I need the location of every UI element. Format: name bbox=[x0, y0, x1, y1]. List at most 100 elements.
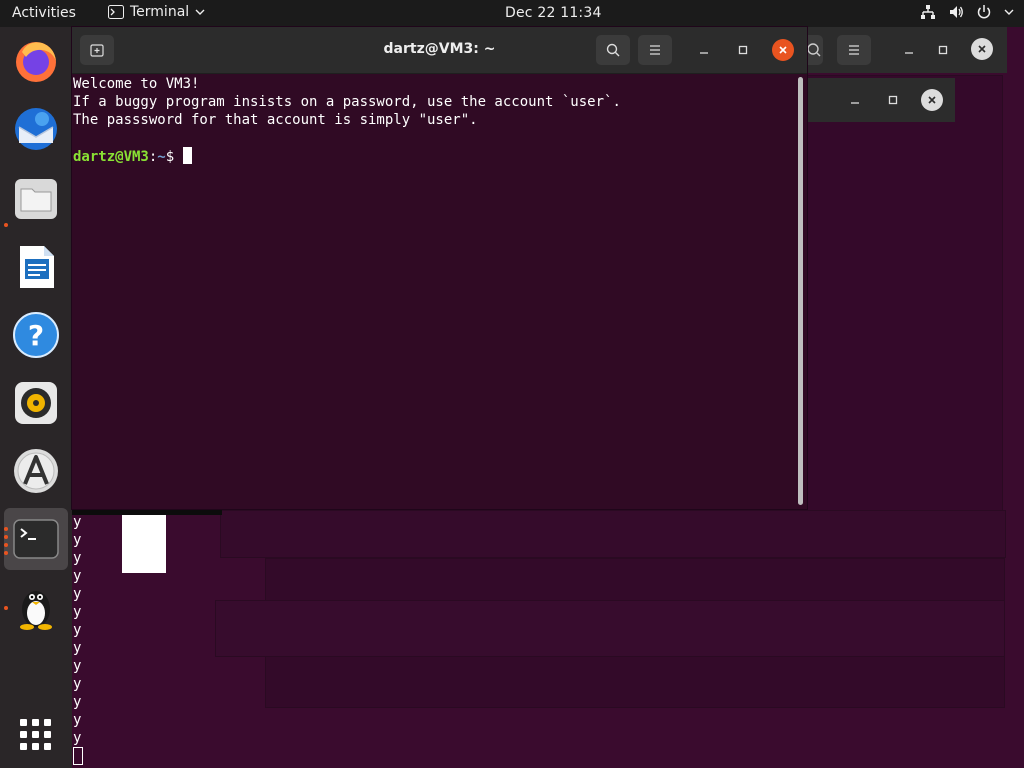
running-indicator bbox=[4, 223, 8, 227]
files-icon bbox=[15, 179, 57, 219]
background-window-ghost bbox=[220, 510, 1006, 558]
background-window-ghost bbox=[806, 75, 1003, 557]
leaked-output-line: y bbox=[73, 514, 82, 530]
maximize-icon bbox=[888, 95, 898, 105]
leaked-output-line: y bbox=[73, 640, 82, 656]
close-icon bbox=[928, 96, 936, 104]
power-icon bbox=[977, 5, 991, 19]
dock-item-terminal[interactable] bbox=[12, 515, 60, 563]
leaked-output-line: y bbox=[73, 532, 82, 548]
dock-item-firefox[interactable] bbox=[12, 37, 60, 85]
minimize-icon bbox=[905, 52, 913, 54]
background-window-ghost bbox=[215, 600, 1005, 657]
app-menu-label: Terminal bbox=[130, 4, 190, 20]
menu-button[interactable] bbox=[638, 35, 672, 65]
network-icon bbox=[921, 5, 935, 19]
menu-button[interactable] bbox=[837, 35, 871, 65]
terminal-icon bbox=[13, 519, 59, 559]
clock[interactable]: Dec 22 11:34 bbox=[505, 5, 602, 21]
background-window-header bbox=[807, 27, 1007, 73]
minimize-button[interactable] bbox=[897, 38, 921, 62]
dock-item-help[interactable]: ? bbox=[12, 311, 60, 359]
minimize-icon bbox=[700, 52, 708, 54]
leaked-output-line: y bbox=[73, 694, 82, 710]
leaked-cursor-box bbox=[73, 747, 83, 765]
dock: ? bbox=[0, 27, 72, 768]
maximize-button[interactable] bbox=[731, 38, 755, 62]
firefox-icon bbox=[16, 42, 56, 82]
hamburger-icon bbox=[650, 45, 660, 55]
close-button[interactable] bbox=[772, 39, 794, 61]
search-icon bbox=[807, 43, 821, 57]
dock-item-tux[interactable] bbox=[12, 583, 60, 631]
output-line: The passsword for that account is simply… bbox=[73, 112, 478, 128]
close-icon bbox=[978, 45, 986, 53]
rhythmbox-icon bbox=[15, 382, 57, 424]
search-button[interactable] bbox=[596, 35, 630, 65]
prompt-user: dartz@VM3 bbox=[73, 149, 149, 165]
white-artefact-block bbox=[122, 510, 166, 573]
black-artefact-line bbox=[72, 509, 222, 515]
prompt-line: dartz@VM3:~$ bbox=[73, 147, 793, 166]
text-cursor bbox=[182, 147, 192, 164]
running-indicator bbox=[4, 543, 8, 547]
minimize-icon bbox=[851, 102, 859, 104]
leaked-output-line: y bbox=[73, 568, 82, 584]
minimize-button[interactable] bbox=[843, 88, 867, 112]
dock-item-rhythmbox[interactable] bbox=[12, 379, 60, 427]
close-button[interactable] bbox=[971, 38, 993, 60]
writer-icon bbox=[20, 246, 54, 288]
top-bar: Activities Terminal Dec 22 11:34 bbox=[0, 0, 1024, 27]
background-window-header bbox=[807, 78, 955, 122]
activities-button[interactable]: Activities bbox=[12, 5, 76, 21]
maximize-icon bbox=[738, 45, 748, 55]
maximize-icon bbox=[938, 45, 948, 55]
prompt-symbol: $ bbox=[165, 149, 183, 165]
dock-item-software[interactable] bbox=[12, 447, 60, 495]
svg-text:?: ? bbox=[28, 319, 44, 352]
running-indicator bbox=[4, 535, 8, 539]
chevron-down-icon bbox=[195, 9, 205, 15]
system-tray[interactable] bbox=[920, 4, 1014, 20]
running-indicator bbox=[4, 527, 8, 531]
terminal-header-bar[interactable]: dartz@VM3: ~ bbox=[72, 27, 807, 74]
chevron-down-icon bbox=[1004, 9, 1014, 15]
close-icon bbox=[779, 46, 787, 54]
output-line-empty bbox=[73, 129, 793, 147]
close-button[interactable] bbox=[921, 89, 943, 111]
leaked-output-line: y bbox=[73, 622, 82, 638]
running-indicator bbox=[4, 551, 8, 555]
thunderbird-icon bbox=[15, 108, 57, 150]
dock-item-writer[interactable] bbox=[12, 243, 60, 291]
software-icon bbox=[14, 449, 58, 493]
grid-icon bbox=[20, 719, 51, 750]
leaked-output-line: y bbox=[73, 604, 82, 620]
terminal-app-icon bbox=[108, 5, 124, 19]
dock-item-thunderbird[interactable] bbox=[12, 105, 60, 153]
terminal-output[interactable]: Welcome to VM3! If a buggy program insist… bbox=[73, 75, 793, 505]
search-icon bbox=[606, 43, 620, 57]
show-applications-button[interactable] bbox=[12, 711, 60, 759]
output-line: Welcome to VM3! bbox=[73, 76, 200, 92]
leaked-output-line: y bbox=[73, 712, 82, 728]
output-line: If a buggy program insists on a password… bbox=[73, 94, 621, 110]
dock-item-files[interactable] bbox=[12, 175, 60, 223]
search-button[interactable] bbox=[807, 35, 823, 65]
maximize-button[interactable] bbox=[931, 38, 955, 62]
volume-icon bbox=[950, 6, 963, 18]
leaked-output-line: y bbox=[73, 730, 82, 746]
leaked-output-line: y bbox=[73, 658, 82, 674]
scrollbar[interactable] bbox=[798, 77, 803, 505]
tux-icon bbox=[20, 591, 52, 630]
minimize-button[interactable] bbox=[692, 38, 716, 62]
terminal-window: dartz@VM3: ~ Welcome to VM3! If a buggy p… bbox=[72, 27, 807, 509]
leaked-output-column: yyyyyyyyyyyyy bbox=[73, 513, 81, 747]
leaked-output-line: y bbox=[73, 586, 82, 602]
leaked-output-line: y bbox=[73, 550, 82, 566]
help-icon: ? bbox=[13, 312, 59, 358]
maximize-button[interactable] bbox=[881, 88, 905, 112]
leaked-output-line: y bbox=[73, 676, 82, 692]
prompt-path: ~ bbox=[157, 149, 166, 165]
hamburger-icon bbox=[849, 45, 859, 55]
app-menu[interactable]: Terminal bbox=[108, 4, 205, 20]
